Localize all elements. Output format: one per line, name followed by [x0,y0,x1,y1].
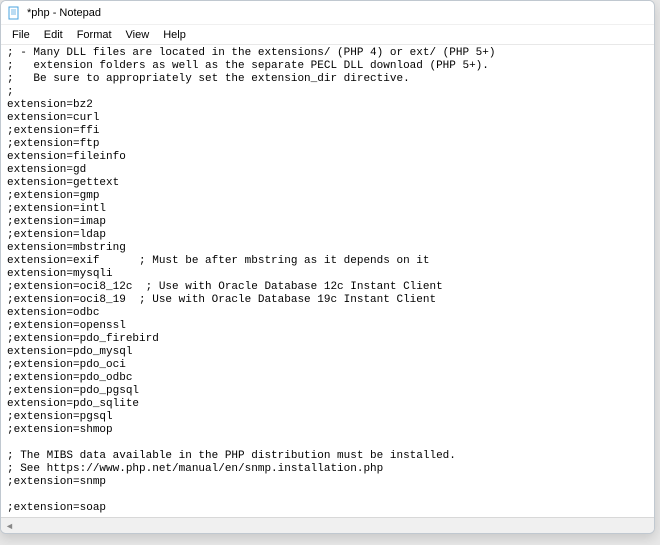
menu-help[interactable]: Help [156,27,193,43]
menu-view[interactable]: View [119,27,157,43]
menu-format[interactable]: Format [70,27,119,43]
menu-edit[interactable]: Edit [37,27,70,43]
text-editor[interactable]: ; - Many DLL files are located in the ex… [1,45,654,517]
notepad-window: *php - Notepad File Edit Format View Hel… [0,0,655,534]
menu-file[interactable]: File [5,27,37,43]
window-title: *php - Notepad [27,7,101,19]
statusbar: ◄ [1,517,654,533]
statusbar-left-arrow-icon: ◄ [5,521,14,531]
titlebar[interactable]: *php - Notepad [1,1,654,25]
menubar: File Edit Format View Help [1,25,654,45]
notepad-icon [7,6,21,20]
